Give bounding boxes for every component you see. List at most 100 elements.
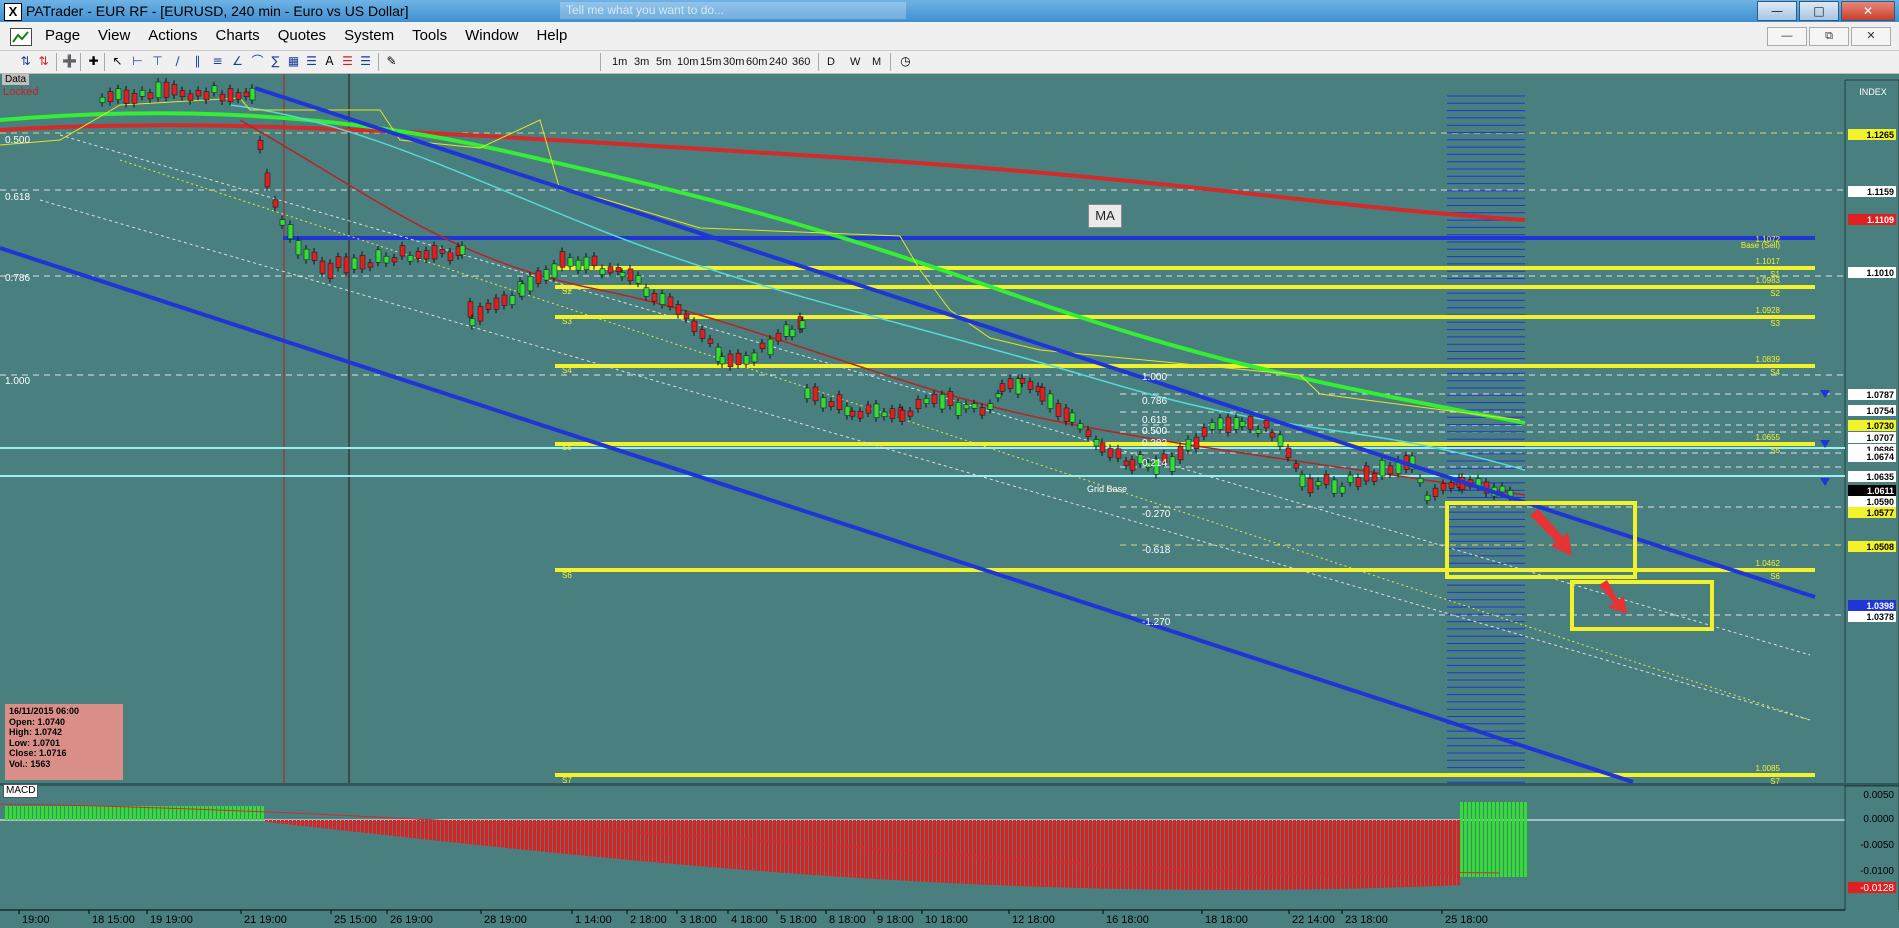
tf-360[interactable]: 360: [792, 54, 810, 70]
macd-scale-label: -0.0100: [1860, 866, 1894, 877]
price-label: 1.0611: [1867, 486, 1894, 496]
menu-charts[interactable]: Charts: [207, 22, 269, 50]
arrows-red-icon[interactable]: ⇅: [36, 54, 51, 69]
menu-quotes[interactable]: Quotes: [269, 22, 335, 50]
chart-toolbar: ⇅ ⇅ ➕ ✚ ↖ ⊢ ⊤ ∕ ∥ ≡ ∠ ⌒ ∑ ▦ ☰ A ☰ ☰ ✎ 1m…: [0, 51, 1899, 74]
window-title: PATrader - EUR RF - [EURUSD, 240 min - E…: [26, 3, 409, 19]
menu-system[interactable]: System: [335, 22, 403, 50]
fib-center-label: -0.270: [1142, 509, 1171, 520]
price-label: 1.0707: [1866, 433, 1894, 443]
fib-fan-icon[interactable]: ∠: [230, 54, 245, 69]
time-label: 8 18:00: [829, 914, 866, 926]
pivot-value: 1.0462: [1756, 559, 1781, 568]
tf-1m[interactable]: 1m: [612, 54, 627, 70]
menu-view[interactable]: View: [89, 22, 139, 50]
app-logo-icon[interactable]: X: [4, 3, 22, 21]
fib-center-label: 0.618: [1142, 415, 1167, 426]
menu-help[interactable]: Help: [527, 22, 576, 50]
menu-tools[interactable]: Tools: [403, 22, 456, 50]
data-tab[interactable]: Data: [2, 74, 30, 85]
price-label: 1.0378: [1866, 612, 1894, 622]
price-label: 1.0787: [1866, 390, 1894, 400]
trendline-icon[interactable]: ∕: [170, 54, 185, 69]
tf-daily[interactable]: D: [827, 54, 835, 70]
pivot-value: 1.0839: [1756, 355, 1781, 364]
time-label: 22 14:00: [1292, 914, 1335, 926]
price-label: 1.1265: [1866, 130, 1894, 140]
time-label: 16 18:00: [1106, 914, 1149, 926]
price-label: 1.0730: [1866, 421, 1894, 431]
fib-center-label: 0.382: [1142, 438, 1167, 449]
fib-center-label: 0.500: [1142, 426, 1167, 437]
menu-page[interactable]: Page: [36, 22, 89, 50]
macd-scale-label: -0.0128: [1860, 883, 1894, 894]
chart-app-icon[interactable]: [10, 28, 32, 46]
pivot-icon[interactable]: ☰: [304, 54, 319, 69]
tf-10m[interactable]: 10m: [677, 54, 698, 70]
fib-center-label: -0.618: [1142, 545, 1171, 556]
crosshair-icon[interactable]: ✚: [86, 54, 101, 69]
grid-icon[interactable]: ▦: [286, 54, 301, 69]
pivot-label: S3: [1770, 319, 1780, 328]
fib-arc-icon[interactable]: ⌒: [250, 54, 265, 69]
macd-scale-label: -0.0050: [1860, 840, 1894, 851]
close-button[interactable]: ✕: [1841, 1, 1895, 21]
add-indicator-icon[interactable]: ➕: [62, 54, 77, 69]
fib-center-label: -1.270: [1142, 617, 1171, 628]
pivot-label: S2: [1770, 289, 1780, 298]
child-restore-button[interactable]: ⧉: [1809, 27, 1849, 46]
clock-icon[interactable]: ◷: [898, 54, 913, 69]
price-chart[interactable]: 1.1265 1.1159 1.1109 1.1010 1.0787 1.0754 1.07…: [0, 74, 1899, 928]
fib-left-label: 0.500: [5, 135, 30, 146]
pivot-label: S4: [1770, 368, 1780, 377]
levels-icon[interactable]: ☰: [340, 54, 355, 69]
hline-icon[interactable]: ⊢: [130, 54, 145, 69]
price-label: 1.0508: [1866, 542, 1894, 552]
zones-icon[interactable]: ☰: [358, 54, 373, 69]
text-tool-icon[interactable]: A: [322, 54, 337, 69]
channel-icon[interactable]: ∥: [190, 54, 205, 69]
tf-3m[interactable]: 3m: [634, 54, 649, 70]
pivot-label: S7: [1770, 777, 1780, 786]
search-box[interactable]: Tell me what you want to do...: [560, 2, 906, 19]
price-label: 1.1010: [1866, 268, 1894, 278]
menu-actions[interactable]: Actions: [139, 22, 206, 50]
price-label: 1.0398: [1866, 601, 1894, 611]
tf-60m[interactable]: 60m: [746, 54, 767, 70]
tf-15m[interactable]: 15m: [700, 54, 721, 70]
gann-icon[interactable]: ∑: [268, 54, 283, 69]
grid-base-label: Grid Base: [1087, 484, 1127, 494]
minimize-button[interactable]: —: [1757, 1, 1797, 21]
info-low: Low: 1.0701: [9, 737, 61, 748]
tf-monthly[interactable]: M: [872, 54, 881, 70]
macd-label: MACD: [3, 784, 39, 798]
fib-center-label: 1.000: [1142, 372, 1167, 383]
pivot-label-left: S2: [562, 287, 572, 296]
pointer-icon[interactable]: ↖: [110, 54, 125, 69]
child-minimize-button[interactable]: —: [1767, 27, 1807, 46]
ma-button[interactable]: MA: [1088, 204, 1122, 228]
pivot-label: S1: [1770, 270, 1780, 279]
time-label: 18 15:00: [92, 914, 135, 926]
tf-30m[interactable]: 30m: [723, 54, 744, 70]
pivot-label: S6: [1770, 572, 1780, 581]
arrows-blue-icon[interactable]: ⇅: [18, 54, 33, 69]
time-label: 2 18:00: [630, 914, 667, 926]
maximize-button[interactable]: □: [1799, 1, 1839, 21]
time-label: 21 19:00: [244, 914, 287, 926]
menu-bar: Page View Actions Charts Quotes System T…: [0, 22, 1899, 51]
time-label: 26 19:00: [390, 914, 433, 926]
child-close-button[interactable]: ✕: [1851, 27, 1891, 46]
fib-icon[interactable]: ≡: [210, 54, 225, 69]
vline-icon[interactable]: ⊤: [150, 54, 165, 69]
price-label: 1.0754: [1866, 406, 1894, 416]
tf-240[interactable]: 240: [769, 54, 787, 70]
tf-5m[interactable]: 5m: [656, 54, 671, 70]
price-label: 1.1109: [1867, 215, 1894, 225]
pivot-label: S5: [1770, 446, 1780, 455]
draw-pen-icon[interactable]: ✎: [384, 54, 399, 69]
menu-window[interactable]: Window: [456, 22, 527, 50]
tf-weekly[interactable]: W: [850, 54, 860, 70]
fib-left-label: 1.000: [5, 376, 30, 387]
pivot-value: 1.0085: [1756, 764, 1781, 773]
